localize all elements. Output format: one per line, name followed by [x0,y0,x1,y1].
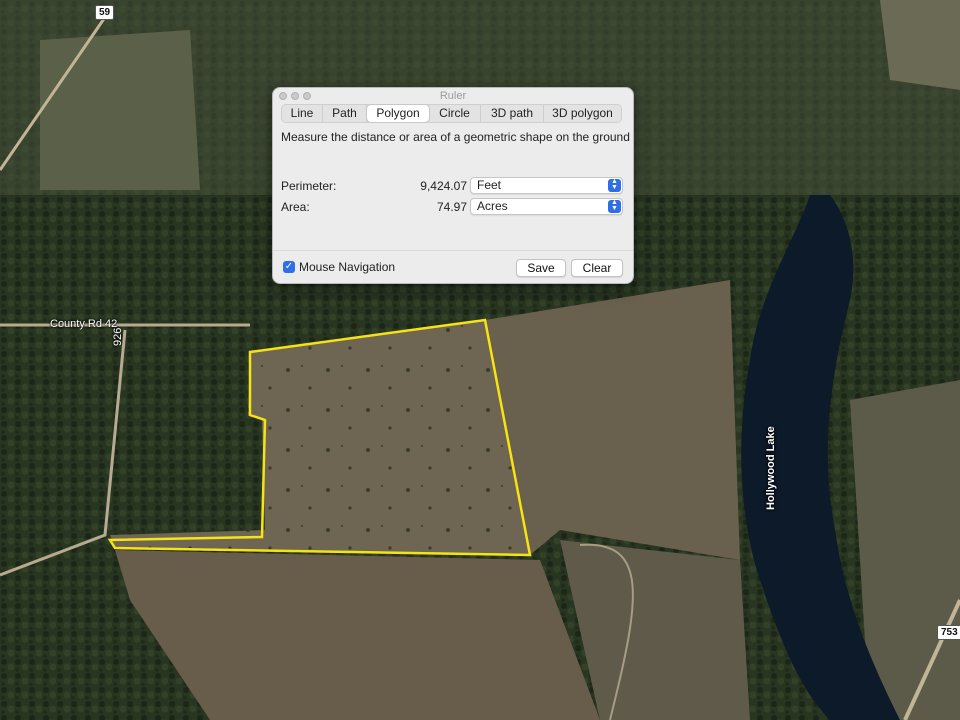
lake-label: Hollywood Lake [765,426,777,510]
measurement-mode-tabs: Line Path Polygon Circle 3D path 3D poly… [281,104,622,123]
select-arrows-icon: ▲ ▼ [608,178,621,192]
tab-3d-polygon[interactable]: 3D polygon [544,105,621,122]
area-row: Area: 74.97 Acres ▲ ▼ [281,198,623,216]
description-text: Measure the distance or area of a geomet… [281,130,630,144]
route-59-shield: 59 [95,5,115,20]
tab-path[interactable]: Path [323,105,367,122]
area-label: Area: [281,200,310,214]
perimeter-unit-value: Feet [477,178,502,192]
perimeter-value: 9,424.07 [420,179,467,193]
mouse-navigation-checkbox[interactable]: ✓ [283,261,295,273]
route-753-shield: 753 [937,625,960,640]
mouse-navigation-label[interactable]: Mouse Navigation [299,260,395,274]
road-926-label: 926 [112,327,124,346]
pasture-field-northeast [880,0,960,90]
perimeter-label: Perimeter: [281,179,337,193]
area-unit-select[interactable]: Acres ▲ ▼ [470,198,623,215]
area-unit-value: Acres [477,199,508,213]
area-value: 74.97 [436,200,467,214]
tab-circle[interactable]: Circle [429,105,481,122]
footer-divider [273,250,633,251]
county-road-label: County Rd 42 [50,318,118,330]
window-title: Ruler [439,90,467,102]
clear-button[interactable]: Clear [571,259,623,277]
tab-polygon[interactable]: Polygon [367,105,429,122]
save-button[interactable]: Save [516,259,566,277]
perimeter-row: Perimeter: 9,424.07 Feet ▲ ▼ [281,177,623,195]
select-arrows-icon: ▲ ▼ [608,199,621,213]
tab-3d-path[interactable]: 3D path [481,105,544,122]
perimeter-unit-select[interactable]: Feet ▲ ▼ [470,177,623,194]
tab-line[interactable]: Line [282,105,323,122]
ruler-window: Ruler Line Path Polygon Circle 3D path 3… [272,87,634,284]
pasture-field-north [40,30,200,190]
window-titlebar[interactable]: Ruler [273,88,633,104]
